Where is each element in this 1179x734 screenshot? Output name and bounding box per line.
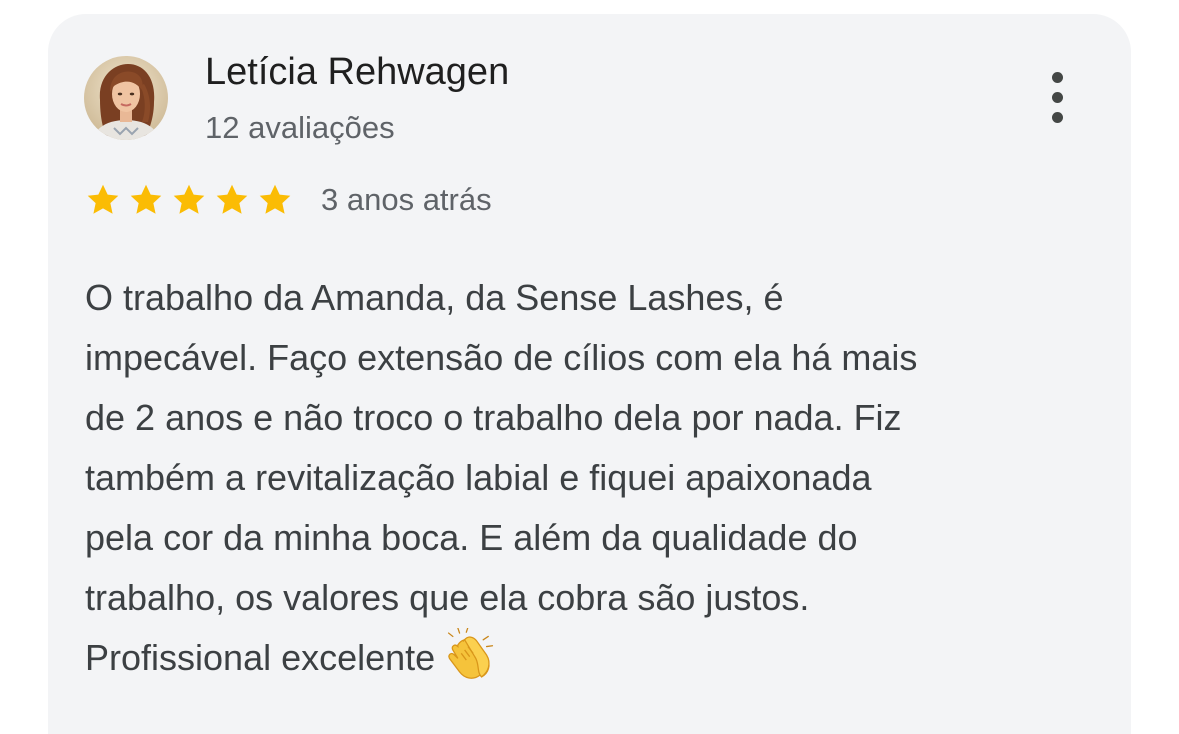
review-text-line: pela cor da minha boca. E além da qualid…: [85, 517, 858, 558]
star-rating: [85, 182, 293, 218]
rating-row: 3 anos atrás: [85, 180, 492, 220]
review-date: 3 anos atrás: [321, 182, 492, 217]
star-icon: [87, 184, 119, 214]
review-text-line: impecável. Faço extensão de cílios com e…: [85, 337, 918, 378]
review-text-line: de 2 anos e não troco o trabalho dela po…: [85, 397, 902, 438]
clapping-hands-icon: [448, 628, 494, 679]
review-text: O trabalho da Amanda, da Sense Lashes, é…: [85, 268, 1095, 688]
more-options-button[interactable]: [1040, 72, 1074, 124]
reviewer-review-count[interactable]: 12 avaliações: [205, 109, 395, 147]
review-card: Letícia Rehwagen 12 avaliações 3 anos at…: [48, 14, 1131, 734]
more-vert-icon: [1052, 72, 1063, 83]
review-text-line: também a revitalização labial e fiquei a…: [85, 457, 872, 498]
review-text-line: trabalho, os valores que ela cobra são j…: [85, 577, 810, 618]
star-icon: [216, 184, 248, 214]
more-vert-icon-dot: [1052, 92, 1063, 103]
star-icon: [259, 184, 291, 214]
review-text-line: Profissional excelente: [85, 637, 436, 678]
review-text-line: O trabalho da Amanda, da Sense Lashes, é: [85, 277, 784, 318]
avatar[interactable]: [84, 56, 168, 140]
more-vert-icon-dot: [1052, 112, 1063, 123]
star-icon: [173, 184, 205, 214]
review-text-last-line: Profissional excelente: [85, 628, 1095, 688]
reviewer-name[interactable]: Letícia Rehwagen: [205, 50, 509, 94]
avatar-photo: [84, 56, 168, 140]
star-icon: [130, 184, 162, 214]
